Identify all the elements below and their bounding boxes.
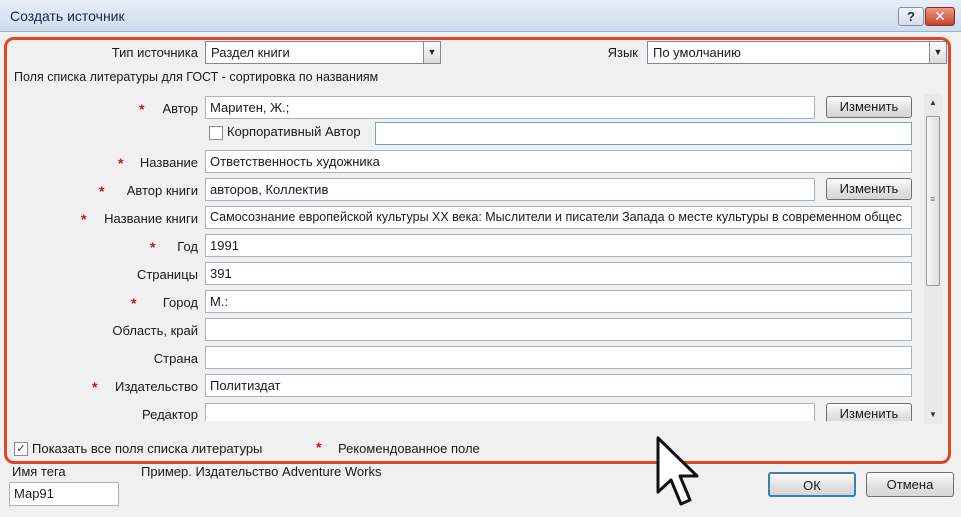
- book-title-value: Самосознание европейской культуры XX век…: [210, 210, 902, 224]
- title-label: Название: [139, 155, 198, 170]
- tag-name-field[interactable]: Мар91: [9, 482, 119, 506]
- ok-button[interactable]: ОК: [768, 472, 856, 497]
- editor-field[interactable]: [205, 403, 815, 421]
- country-field[interactable]: [205, 346, 912, 369]
- tag-name-value: Мар91: [14, 486, 54, 501]
- author-label: Автор: [162, 101, 198, 116]
- scroll-up-icon[interactable]: ▲: [924, 94, 942, 112]
- close-button[interactable]: ✕: [925, 7, 955, 26]
- grip-icon: ≡: [930, 194, 936, 204]
- title-field[interactable]: Ответственность художника: [205, 150, 912, 173]
- book-author-label: Автор книги: [126, 183, 198, 198]
- cancel-button[interactable]: Отмена: [866, 472, 954, 497]
- book-title-field[interactable]: Самосознание европейской культуры XX век…: [205, 206, 912, 229]
- edit-book-author-button[interactable]: Изменить: [826, 178, 912, 200]
- publisher-value: Политиздат: [210, 378, 281, 393]
- country-label: Страна: [153, 351, 198, 366]
- title-bar: Создать источник ? ✕: [0, 0, 961, 32]
- book-author-value: авторов, Коллектив: [210, 182, 329, 197]
- corporate-author-checkbox[interactable]: [209, 126, 223, 140]
- source-type-select[interactable]: Раздел книги ▼: [205, 41, 441, 64]
- source-type-value: Раздел книги: [211, 45, 290, 60]
- example-text: Пример. Издательство Adventure Works: [141, 464, 382, 479]
- required-star-icon: *: [316, 439, 322, 455]
- section-header: Поля списка литературы для ГОСТ - сортир…: [14, 70, 379, 84]
- author-value: Маритен, Ж.;: [210, 100, 290, 115]
- tag-name-label: Имя тега: [12, 464, 66, 479]
- chevron-down-icon[interactable]: ▼: [929, 42, 946, 63]
- city-value: М.:: [210, 294, 229, 309]
- publisher-field[interactable]: Политиздат: [205, 374, 912, 397]
- editor-label: Редактор: [142, 407, 198, 421]
- scrollbar-thumb[interactable]: ≡: [926, 116, 940, 286]
- city-label: Город: [162, 295, 198, 310]
- recommended-label: Рекомендованное поле: [338, 441, 480, 456]
- edit-editor-button[interactable]: Изменить: [826, 403, 912, 421]
- corporate-author-label: Корпоративный Автор: [227, 124, 361, 139]
- show-all-label: Показать все поля списка литературы: [32, 441, 263, 456]
- editor-row-clip: Редактор Изменить: [10, 401, 922, 421]
- author-field[interactable]: Маритен, Ж.;: [205, 96, 815, 119]
- fields-scrollbar[interactable]: ▲ ≡ ▼: [924, 94, 942, 424]
- book-title-label: Название книги: [104, 211, 198, 226]
- book-author-field[interactable]: авторов, Коллектив: [205, 178, 815, 201]
- year-label: Год: [177, 239, 198, 254]
- corporate-author-field[interactable]: [375, 122, 912, 145]
- chevron-down-icon[interactable]: ▼: [423, 42, 440, 63]
- region-field[interactable]: [205, 318, 912, 341]
- year-field[interactable]: 1991: [205, 234, 912, 257]
- checkmark-icon: ✓: [16, 443, 26, 455]
- language-label: Язык: [607, 45, 638, 60]
- city-field[interactable]: М.:: [205, 290, 912, 313]
- pages-label: Страницы: [136, 267, 198, 282]
- window-title: Создать источник: [10, 8, 125, 24]
- region-label: Область, край: [112, 323, 198, 338]
- edit-author-button[interactable]: Изменить: [826, 96, 912, 118]
- title-value: Ответственность художника: [210, 154, 380, 169]
- help-button[interactable]: ?: [898, 7, 924, 26]
- pages-value: 391: [210, 266, 232, 281]
- source-type-label: Тип источника: [111, 45, 198, 60]
- mouse-pointer-icon: [656, 436, 699, 506]
- language-select[interactable]: По умолчанию ▼: [647, 41, 947, 64]
- language-value: По умолчанию: [653, 45, 741, 60]
- scroll-down-icon[interactable]: ▼: [924, 406, 942, 424]
- year-value: 1991: [210, 238, 239, 253]
- pages-field[interactable]: 391: [205, 262, 912, 285]
- publisher-label: Издательство: [115, 379, 198, 394]
- show-all-checkbox[interactable]: ✓: [14, 442, 28, 456]
